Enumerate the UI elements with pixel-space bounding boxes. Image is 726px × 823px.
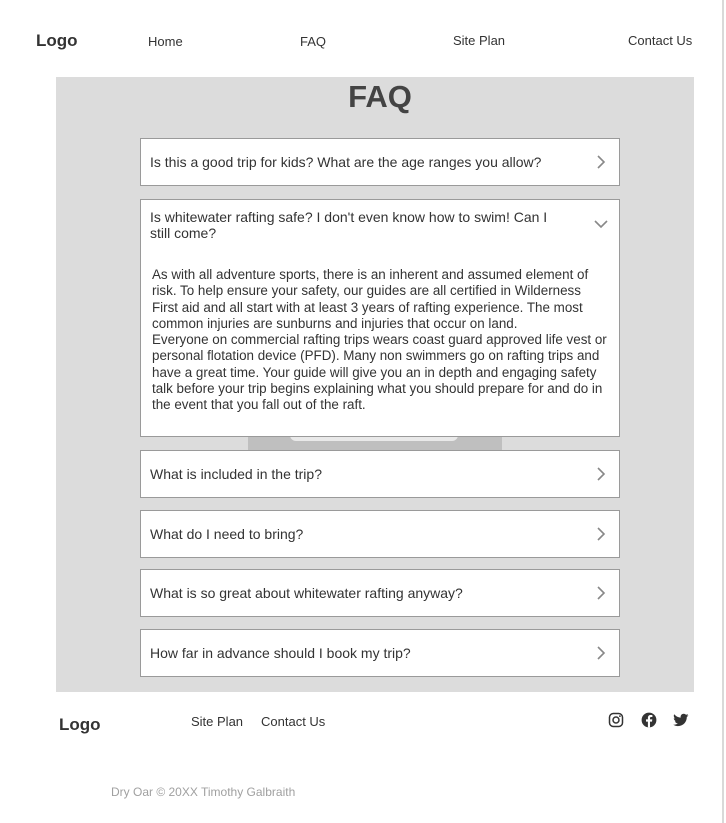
faq-answer-paragraph: As with all adventure sports, there is a… bbox=[152, 267, 589, 331]
footer-logo[interactable]: Logo bbox=[59, 715, 101, 735]
nav-home[interactable]: Home bbox=[148, 34, 183, 49]
chevron-right-icon bbox=[597, 646, 606, 660]
footer-link-site-plan[interactable]: Site Plan bbox=[191, 714, 243, 729]
faq-question: How far in advance should I book my trip… bbox=[150, 645, 411, 661]
nav-faq[interactable]: FAQ bbox=[300, 34, 326, 49]
page-right-border bbox=[722, 0, 724, 823]
twitter-icon[interactable] bbox=[673, 712, 689, 728]
faq-item-included[interactable]: What is included in the trip? bbox=[140, 450, 620, 498]
instagram-icon[interactable] bbox=[608, 712, 624, 728]
header-logo[interactable]: Logo bbox=[36, 31, 78, 51]
nav-contact-us[interactable]: Contact Us bbox=[628, 33, 692, 48]
chevron-right-icon bbox=[597, 155, 606, 169]
chevron-right-icon bbox=[597, 586, 606, 600]
copyright-text: Dry Oar © 20XX Timothy Galbraith bbox=[111, 785, 296, 799]
faq-question: What do I need to bring? bbox=[150, 526, 304, 542]
faq-item-bring[interactable]: What do I need to bring? bbox=[140, 510, 620, 558]
background-image-peek bbox=[248, 435, 502, 450]
facebook-icon[interactable] bbox=[641, 712, 657, 728]
faq-answer-paragraph: Everyone on commercial rafting trips wea… bbox=[152, 332, 607, 413]
faq-item-safety-expanded[interactable]: Is whitewater rafting safe? I don't even… bbox=[140, 199, 620, 437]
chevron-right-icon bbox=[597, 467, 606, 481]
page-title: FAQ bbox=[348, 79, 412, 114]
faq-question: Is this a good trip for kids? What are t… bbox=[150, 154, 542, 170]
nav-site-plan[interactable]: Site Plan bbox=[453, 33, 505, 48]
faq-item-great[interactable]: What is so great about whitewater raftin… bbox=[140, 569, 620, 617]
faq-question: Is whitewater rafting safe? I don't even… bbox=[150, 209, 548, 241]
faq-item-kids[interactable]: Is this a good trip for kids? What are t… bbox=[140, 138, 620, 186]
faq-question: What is included in the trip? bbox=[150, 466, 322, 482]
footer-link-contact-us[interactable]: Contact Us bbox=[261, 714, 325, 729]
faq-item-advance[interactable]: How far in advance should I book my trip… bbox=[140, 629, 620, 677]
faq-question: What is so great about whitewater raftin… bbox=[150, 585, 463, 601]
faq-answer: As with all adventure sports, there is a… bbox=[152, 267, 610, 414]
chevron-right-icon bbox=[597, 527, 606, 541]
chevron-down-icon[interactable] bbox=[593, 216, 609, 232]
